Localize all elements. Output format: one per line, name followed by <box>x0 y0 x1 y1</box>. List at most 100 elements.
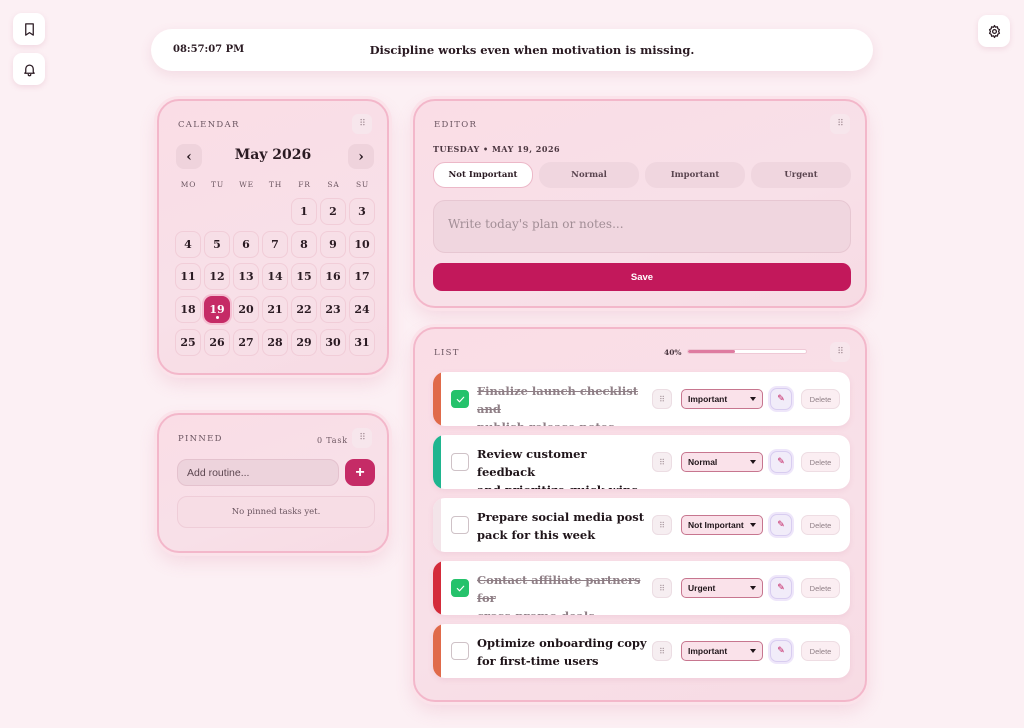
calendar-day[interactable]: 8 <box>291 230 317 258</box>
task-checkbox[interactable] <box>451 642 469 660</box>
add-routine-input[interactable]: Add routine... <box>177 459 339 486</box>
priority-tab-urgent[interactable]: Urgent <box>751 162 851 188</box>
calendar-day[interactable]: 15 <box>291 263 317 291</box>
task-text-line: Finalize launch checklist and <box>477 384 639 416</box>
calendar-day[interactable]: 1 <box>291 198 317 225</box>
task-priority-select[interactable]: Normal <box>681 452 763 472</box>
settings-button[interactable] <box>978 15 1010 47</box>
calendar-day[interactable]: 29 <box>291 328 317 356</box>
calendar-day[interactable]: 13 <box>233 263 259 291</box>
pencil-icon: ✎ <box>777 583 785 593</box>
priority-tab-important[interactable]: Important <box>645 162 745 188</box>
calendar-day[interactable]: 18 <box>175 296 201 324</box>
task-text-line: cross-promo deals <box>477 607 647 615</box>
edit-task-button[interactable]: ✎ <box>770 640 792 662</box>
task-drag-handle[interactable]: ⠿ <box>652 515 672 535</box>
calendar-day[interactable]: 24 <box>349 296 375 324</box>
task-drag-handle[interactable]: ⠿ <box>652 578 672 598</box>
calendar-day[interactable]: 10 <box>349 230 375 258</box>
task-drag-handle[interactable]: ⠿ <box>652 641 672 661</box>
task-checkbox[interactable] <box>451 516 469 534</box>
weekday-label: TU <box>211 180 224 189</box>
task-drag-handle[interactable]: ⠿ <box>652 452 672 472</box>
task-text-line: Review customer feedback <box>477 447 587 479</box>
calendar-day[interactable]: 14 <box>262 263 288 291</box>
task-priority-select[interactable]: Important <box>681 389 763 409</box>
calendar-day[interactable]: 23 <box>320 296 346 324</box>
weekday-label: SU <box>355 180 370 189</box>
task-text-line: publish release notes <box>477 418 647 426</box>
add-routine-button[interactable]: + <box>345 459 375 486</box>
calendar-day[interactable]: 2 <box>320 198 346 225</box>
calendar-day[interactable]: 11 <box>175 263 201 291</box>
task-text[interactable]: Review customer feedback and prioritize q… <box>477 445 647 489</box>
priority-color-bar <box>433 624 441 678</box>
task-checkbox[interactable] <box>451 453 469 471</box>
calendar-day[interactable]: 17 <box>349 263 375 291</box>
task-priority-value: Important <box>688 646 728 656</box>
task-priority-select[interactable]: Important <box>681 641 763 661</box>
notes-input[interactable]: Write today's plan or notes... <box>433 200 851 253</box>
calendar-day[interactable]: 7 <box>262 230 288 258</box>
save-button[interactable]: Save <box>433 263 851 291</box>
task-drag-handle[interactable]: ⠿ <box>652 389 672 409</box>
calendar-day[interactable]: 28 <box>262 328 288 356</box>
delete-task-button[interactable]: Delete <box>801 578 840 598</box>
calendar-day[interactable]: 30 <box>320 328 346 356</box>
task-text-line: pack for this week <box>477 528 596 542</box>
calendar-day[interactable]: 12 <box>204 263 230 291</box>
next-month-button[interactable]: › <box>348 144 374 169</box>
delete-task-button[interactable]: Delete <box>801 641 840 661</box>
task-text[interactable]: Prepare social media post pack for this w… <box>477 508 647 544</box>
weekday-label: TH <box>268 180 283 189</box>
task-text-line: and prioritize quick wins <box>477 481 647 489</box>
calendar-title: CALENDAR <box>178 120 240 130</box>
calendar-day[interactable]: 27 <box>233 328 259 356</box>
calendar-day[interactable]: 25 <box>175 328 201 356</box>
delete-task-button[interactable]: Delete <box>801 515 840 535</box>
caret-down-icon <box>750 397 756 401</box>
edit-task-button[interactable]: ✎ <box>770 514 792 536</box>
calendar-day[interactable]: 6 <box>233 230 259 258</box>
pencil-icon: ✎ <box>777 646 785 656</box>
task-text[interactable]: Contact affiliate partners for cross-prom… <box>477 571 647 615</box>
caret-down-icon <box>750 586 756 590</box>
delete-task-button[interactable]: Delete <box>801 389 840 409</box>
task-priority-select[interactable]: Not Important <box>681 515 763 535</box>
calendar-day[interactable]: 26 <box>204 328 230 356</box>
edit-task-button[interactable]: ✎ <box>770 388 792 410</box>
editor-drag-handle[interactable]: ⠿ <box>830 114 850 134</box>
calendar-day[interactable]: 22 <box>291 296 317 324</box>
edit-task-button[interactable]: ✎ <box>770 577 792 599</box>
calendar-day[interactable]: 20 <box>233 296 259 324</box>
calendar-day-selected[interactable]: 19 <box>204 296 230 324</box>
pencil-icon: ✎ <box>777 394 785 404</box>
task-text[interactable]: Optimize onboarding copy for first-time u… <box>477 634 647 670</box>
progress-bar <box>687 349 807 354</box>
calendar-day[interactable]: 4 <box>175 230 201 258</box>
bookmark-button[interactable] <box>13 13 45 45</box>
calendar-day[interactable]: 3 <box>349 198 375 225</box>
task-priority-select[interactable]: Urgent <box>681 578 763 598</box>
calendar-day[interactable]: 31 <box>349 328 375 356</box>
priority-tab-not-important[interactable]: Not Important <box>433 162 533 188</box>
pinned-drag-handle[interactable]: ⠿ <box>352 428 372 448</box>
notifications-button[interactable] <box>13 53 45 85</box>
task-text-line: Optimize onboarding copy <box>477 636 647 650</box>
priority-color-bar <box>433 435 441 489</box>
task-item: Optimize onboarding copy for first-time u… <box>433 624 850 678</box>
list-drag-handle[interactable]: ⠿ <box>830 342 850 362</box>
pinned-empty-state: No pinned tasks yet. <box>177 496 375 528</box>
task-checkbox[interactable] <box>451 579 469 597</box>
calendar-day[interactable]: 5 <box>204 230 230 258</box>
task-checkbox[interactable] <box>451 390 469 408</box>
calendar-day[interactable]: 16 <box>320 263 346 291</box>
calendar-drag-handle[interactable]: ⠿ <box>352 114 372 134</box>
task-priority-value: Normal <box>688 457 718 467</box>
task-text[interactable]: Finalize launch checklist and publish rel… <box>477 382 647 426</box>
delete-task-button[interactable]: Delete <box>801 452 840 472</box>
edit-task-button[interactable]: ✎ <box>770 451 792 473</box>
calendar-day[interactable]: 21 <box>262 296 288 324</box>
priority-tab-normal[interactable]: Normal <box>539 162 639 188</box>
calendar-day[interactable]: 9 <box>320 230 346 258</box>
